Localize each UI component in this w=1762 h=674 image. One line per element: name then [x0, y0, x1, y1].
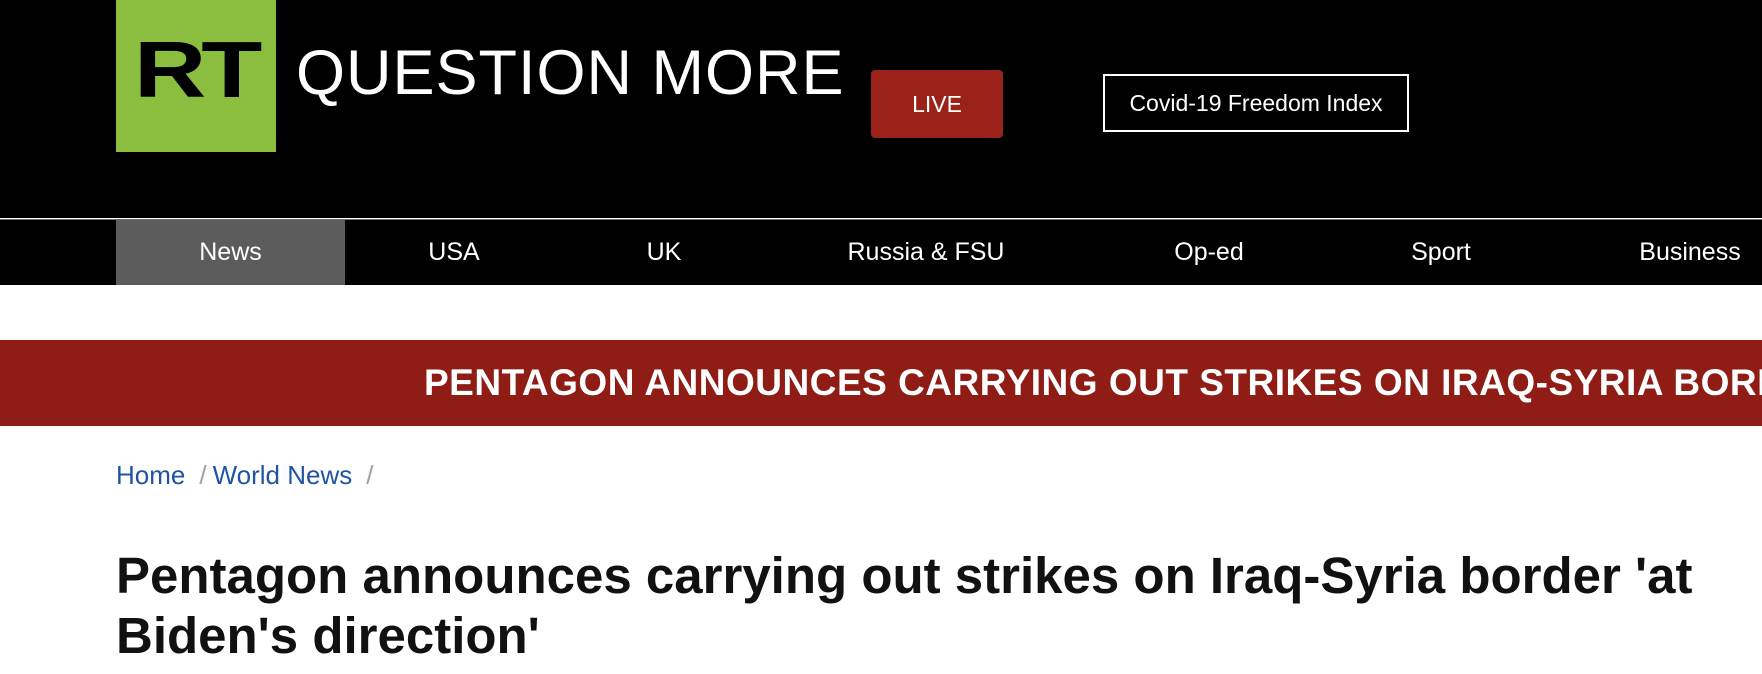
- breadcrumb-home-link[interactable]: Home: [116, 460, 185, 490]
- breadcrumb-separator: /: [366, 460, 374, 490]
- breadcrumb-separator: /: [199, 460, 207, 490]
- nav-item-russia-fsu[interactable]: Russia & FSU: [826, 220, 1026, 285]
- nav-item-news[interactable]: News: [116, 220, 345, 285]
- nav-item-sport[interactable]: Sport: [1392, 220, 1490, 285]
- breaking-news-banner[interactable]: PENTAGON ANNOUNCES CARRYING OUT STRIKES …: [0, 340, 1762, 426]
- site-tagline: QUESTION MORE: [296, 38, 845, 108]
- nav-item-business[interactable]: Business: [1626, 220, 1754, 285]
- breaking-news-text: PENTAGON ANNOUNCES CARRYING OUT STRIKES …: [424, 362, 1762, 403]
- live-button[interactable]: LIVE: [871, 70, 1003, 138]
- article-headline: Pentagon announces carrying out strikes …: [116, 547, 1693, 664]
- logo-text: RT: [134, 25, 262, 114]
- rt-logo[interactable]: RT: [116, 0, 276, 152]
- covid-freedom-index-button[interactable]: Covid-19 Freedom Index: [1103, 74, 1409, 132]
- nav-item-uk[interactable]: UK: [620, 220, 708, 285]
- main-nav: News USA UK Russia & FSU Op-ed Sport Bus…: [0, 219, 1762, 285]
- site-header: RT QUESTION MORE LIVE Covid-19 Freedom I…: [0, 0, 1762, 218]
- breadcrumb-world-news-link[interactable]: World News: [213, 460, 353, 490]
- breadcrumb: Home / World News /: [116, 458, 380, 492]
- nav-item-op-ed[interactable]: Op-ed: [1152, 220, 1266, 285]
- nav-item-usa[interactable]: USA: [402, 220, 506, 285]
- page: RT QUESTION MORE LIVE Covid-19 Freedom I…: [0, 0, 1762, 674]
